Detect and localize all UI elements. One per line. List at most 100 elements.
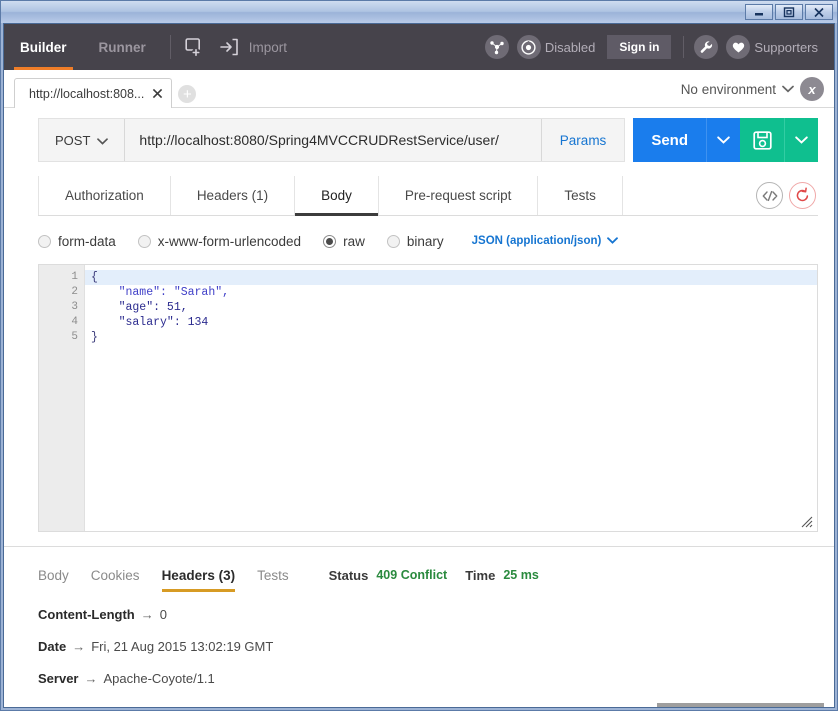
response-status-group: Status 409 Conflict Time 25 ms [329,568,539,583]
header-value: Apache-Coyote/1.1 [103,671,215,686]
request-body-editor[interactable]: 1 ▼ 2 3 4 5 { "name": "Sarah", "age": 51… [38,264,818,532]
send-group: Send [633,118,818,162]
send-options-caret[interactable] [706,118,740,162]
import-arrow-icon[interactable] [213,37,245,57]
window-minimize-button[interactable] [745,4,773,20]
code-line: } [91,331,98,344]
tab-authorization-label: Authorization [65,188,144,203]
content-type-dropdown[interactable]: JSON (application/json) [472,235,619,247]
header-divider [169,35,171,59]
method-label: POST [55,132,91,148]
floppy-disk-icon [752,130,772,150]
chevron-down-icon [607,235,619,247]
status-label: Status [328,567,369,583]
wrench-icon[interactable] [694,35,719,59]
share-network-icon[interactable] [484,35,509,59]
line-number: 2 [71,286,78,298]
line-number: 4 [71,316,78,328]
header-tab-runner-label: Runner [98,39,146,55]
import-button[interactable]: Import [245,40,293,55]
response-tab-cookies[interactable]: Cookies [91,561,140,589]
status-badge: 409 Conflict [376,568,448,582]
url-bar: POST Params Send [4,108,834,162]
reset-circular-arrow-icon[interactable] [789,182,816,209]
body-type-urlencoded-label: x-www-form-urlencoded [157,233,302,249]
tab-tests-label: Tests [564,188,596,203]
params-label: Params [559,132,607,148]
chevron-down-icon[interactable] [782,80,794,98]
tab-headers[interactable]: Headers (1) [171,176,296,215]
time-label: Time [465,567,496,583]
header-right-divider [683,36,685,58]
response-tab-tests[interactable]: Tests [257,561,289,589]
tab-pre-request-script-label: Pre-request script [404,188,512,203]
body-type-raw-label: raw [343,233,365,249]
supporters-label: Supporters [754,39,818,55]
code-line: "name": "Sarah", [91,286,230,299]
header-key: Date [38,639,67,654]
body-type-form-data[interactable]: form-data [38,234,116,249]
window-maximize-button[interactable] [775,4,803,20]
resize-grip-icon[interactable] [801,515,813,528]
environment-quick-look-icon[interactable]: x [800,77,824,101]
save-options-caret[interactable] [784,118,818,162]
response-tab-cookies-label: Cookies [90,567,140,583]
header-key: Server [38,671,79,686]
response-tab-body-label: Body [38,567,69,583]
response-tabs: Body Cookies Headers (3) Tests Status 40… [38,561,818,592]
sign-in-label: Sign in [619,40,660,54]
header-value: 0 [159,607,167,622]
response-tab-body[interactable]: Body [38,561,69,589]
sync-status-label: Disabled [544,39,596,55]
header-tab-builder[interactable]: Builder [4,24,83,70]
window-close-button[interactable] [805,4,833,20]
header-tab-runner[interactable]: Runner [83,24,162,70]
tab-body[interactable]: Body [295,176,379,216]
environment-selector[interactable]: No environment x [681,77,834,107]
params-button[interactable]: Params [540,119,625,161]
radio-icon [38,234,51,248]
send-label: Send [651,131,688,149]
tab-pre-request-script[interactable]: Pre-request script [379,176,539,215]
save-button[interactable] [740,118,784,162]
code-line: { [85,270,817,285]
response-headers-list: Content-Length → 0 Date → Fri, 21 Aug 20… [38,607,818,703]
response-divider [4,546,834,547]
new-window-icon[interactable] [179,37,213,57]
scroll-to-response-button[interactable]: Scroll to response [656,703,824,707]
content-type-label: JSON (application/json) [471,235,602,247]
time-value: 25 ms [503,568,539,582]
close-icon[interactable] [152,87,163,101]
tab-tests[interactable]: Tests [538,176,623,215]
header-arrow: → [72,639,86,654]
sync-target-icon[interactable] [516,35,541,59]
bottom-area: Scroll to response [4,703,834,707]
radio-icon-selected [323,234,337,248]
code-line: "salary": 134 [91,316,209,329]
body-type-binary[interactable]: binary [386,233,444,249]
tab-authorization[interactable]: Authorization [38,176,171,215]
request-tab-label: http://localhost:808... [29,86,145,101]
editor-code-area[interactable]: { "name": "Sarah", "age": 51, "salary": … [85,265,817,531]
line-number: 1 ▼ [39,270,95,285]
window-titlebar [1,1,837,23]
url-input[interactable] [125,119,541,161]
method-selector[interactable]: POST [39,119,126,161]
code-line: "age": 51, [91,301,188,314]
body-type-selector: form-data x-www-form-urlencoded raw bina… [38,228,818,254]
header-value: Fri, 21 Aug 2015 13:02:19 GMT [91,639,274,654]
send-button[interactable]: Send [633,118,706,162]
plus-icon[interactable]: + [178,85,197,103]
sign-in-button[interactable]: Sign in [607,35,672,59]
response-tab-headers[interactable]: Headers (3) [161,561,235,592]
response-header-row: Date → Fri, 21 Aug 2015 13:02:19 GMT [38,639,818,654]
request-tab[interactable]: http://localhost:808... [14,78,173,108]
response-tab-tests-label: Tests [257,567,289,583]
body-type-binary-label: binary [406,233,444,249]
radio-icon [386,234,400,248]
code-brackets-icon[interactable] [756,182,783,209]
body-type-urlencoded[interactable]: x-www-form-urlencoded [137,233,302,249]
body-type-form-data-label: form-data [58,233,116,249]
body-type-raw[interactable]: raw [323,234,365,249]
heart-icon[interactable] [726,35,751,59]
